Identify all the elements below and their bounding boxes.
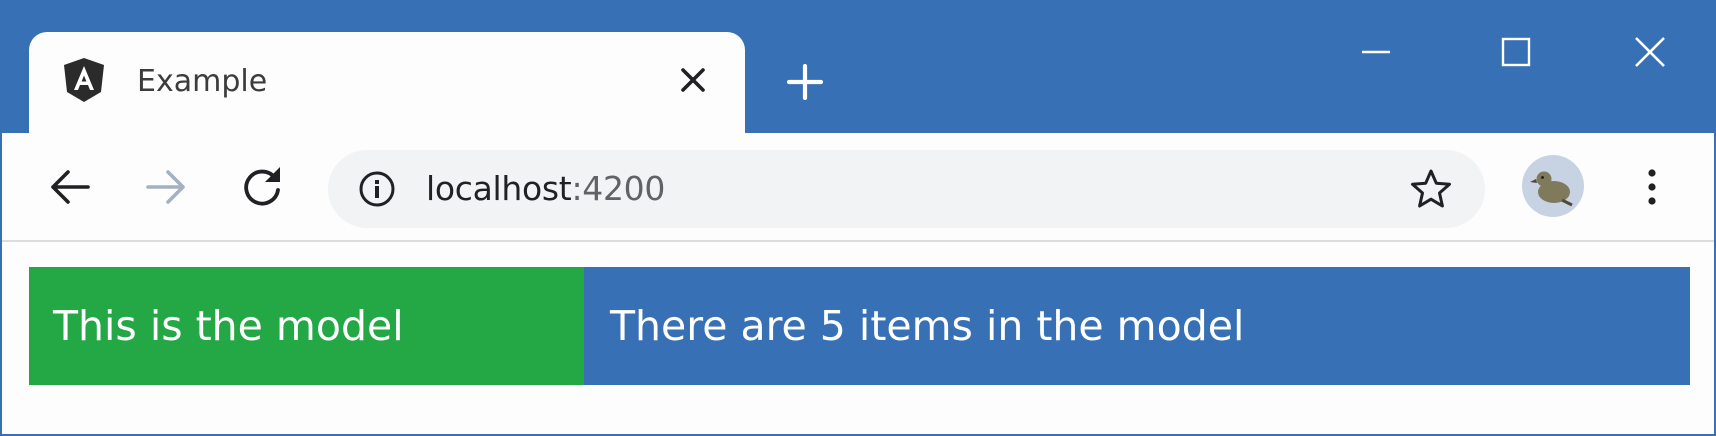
reload-icon[interactable] <box>238 163 286 211</box>
url-port: :4200 <box>571 169 666 208</box>
title-bar: Example <box>2 2 1714 136</box>
arrow-right-icon[interactable] <box>142 163 190 211</box>
plus-icon[interactable] <box>787 64 823 100</box>
kebab-menu-icon[interactable] <box>1632 163 1672 211</box>
tab-title: Example <box>137 64 268 99</box>
avatar-bird-icon <box>1530 171 1573 207</box>
url-host: localhost <box>426 169 572 208</box>
maximize-icon[interactable] <box>1496 32 1536 72</box>
angular-icon <box>64 58 104 102</box>
tab-example[interactable]: Example <box>29 32 745 136</box>
address-bar[interactable]: localhost:4200 <box>328 150 1485 228</box>
star-icon[interactable] <box>1410 168 1452 210</box>
model-panel: This is the model <box>29 267 584 385</box>
item-count-panel: There are 5 items in the model <box>584 267 1690 385</box>
browser-toolbar: localhost:4200 <box>2 133 1714 242</box>
page-content: This is the model There are 5 items in t… <box>29 267 1690 385</box>
browser-window: Example localhost:4200 This is the model… <box>0 0 1716 436</box>
info-icon[interactable] <box>358 170 396 208</box>
minimize-icon[interactable] <box>1356 32 1396 72</box>
close-icon[interactable] <box>680 67 706 93</box>
window-close-icon[interactable] <box>1630 32 1670 72</box>
arrow-left-icon[interactable] <box>46 163 94 211</box>
url-text[interactable]: localhost:4200 <box>426 166 665 212</box>
avatar[interactable] <box>1522 155 1584 217</box>
